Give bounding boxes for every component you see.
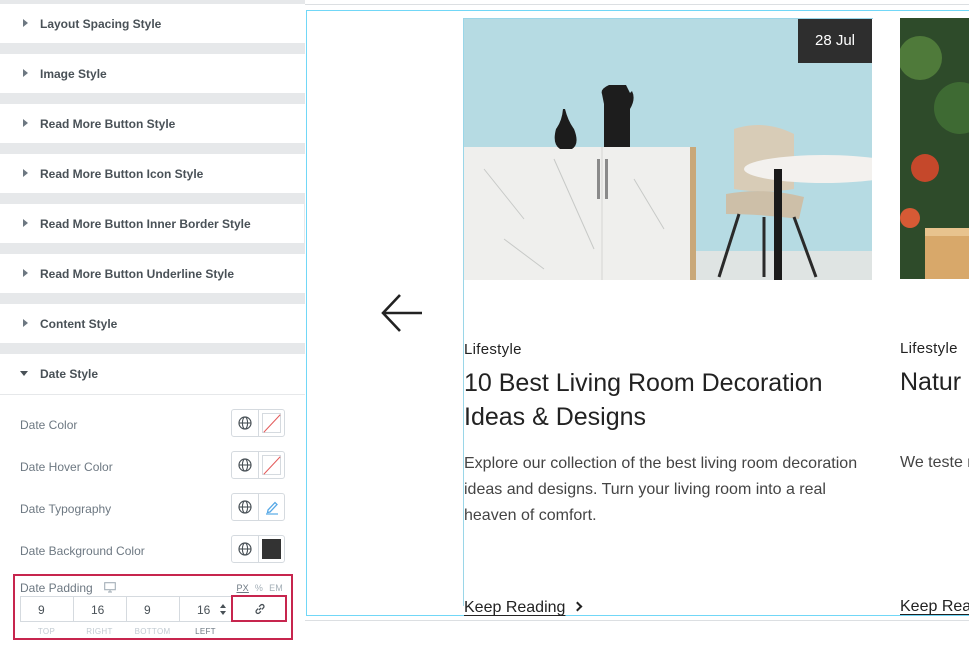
number-spinner-icon[interactable] xyxy=(220,604,227,616)
post-title[interactable]: 10 Best Living Room Decoration Ideas & D… xyxy=(464,366,872,434)
style-panel: Layout Spacing Style Image Style Read Mo… xyxy=(0,0,305,650)
padding-top-input[interactable]: 9 xyxy=(20,596,74,622)
caret-right-icon xyxy=(23,169,28,177)
section-layout-spacing-style[interactable]: Layout Spacing Style xyxy=(0,4,305,44)
global-fonts-button[interactable] xyxy=(231,493,259,521)
canvas-preview: 28 Jul Lifestyle 10 Best Living Room Dec… xyxy=(305,0,969,650)
section-read-more-button-style[interactable]: Read More Button Style xyxy=(0,104,305,144)
caret-right-icon xyxy=(23,219,28,227)
section-label: Content Style xyxy=(40,317,118,331)
date-color-control: Date Color xyxy=(0,409,305,441)
globe-icon xyxy=(238,416,252,430)
globe-icon xyxy=(238,500,252,514)
section-read-more-button-inner-border-style[interactable]: Read More Button Inner Border Style xyxy=(0,204,305,244)
editor-root: Layout Spacing Style Image Style Read Mo… xyxy=(0,0,969,650)
padding-right-input[interactable]: 16 xyxy=(73,596,127,622)
color-picker-swatch[interactable] xyxy=(258,451,285,479)
section-date-style[interactable]: Date Style xyxy=(0,354,305,394)
padding-left-value: 16 xyxy=(197,603,211,617)
section-label: Read More Button Inner Border Style xyxy=(40,217,251,231)
control-label: Date Typography xyxy=(20,502,112,516)
post-excerpt: Explore our collection of the best livin… xyxy=(464,455,858,524)
post-category[interactable]: Lifestyle xyxy=(900,340,958,357)
color-picker-swatch[interactable] xyxy=(258,409,285,437)
section-content-style[interactable]: Content Style xyxy=(0,304,305,344)
section-label: Image Style xyxy=(40,67,107,81)
caret-right-icon xyxy=(23,319,28,327)
arrow-left-icon[interactable] xyxy=(380,293,424,333)
caret-right-icon xyxy=(23,69,28,77)
padding-left-input[interactable]: 16 xyxy=(179,596,232,622)
section-label: Date Style xyxy=(40,367,99,381)
padding-left-label: LEFT xyxy=(195,627,216,636)
global-colors-button[interactable] xyxy=(231,451,259,479)
padding-right-label: RIGHT xyxy=(86,627,113,636)
empty-color-icon xyxy=(262,413,281,433)
date-background-color-control: Date Background Color xyxy=(0,535,305,567)
caret-right-icon xyxy=(23,119,28,127)
read-more-link[interactable]: Keep Reading xyxy=(464,599,583,617)
date-style-controls: Date Color Date Hover Color Date Typogra… xyxy=(0,394,305,650)
padding-bottom-label: BOTTOM xyxy=(134,627,171,636)
pencil-icon xyxy=(266,501,278,515)
caret-down-icon xyxy=(20,371,28,376)
chevron-right-icon xyxy=(572,601,583,612)
section-read-more-button-underline-style[interactable]: Read More Button Underline Style xyxy=(0,254,305,294)
empty-color-icon xyxy=(262,455,281,475)
unit-switcher: PX% EM xyxy=(230,583,283,593)
unit-percent[interactable]: % xyxy=(255,583,263,593)
control-label: Date Background Color xyxy=(20,544,145,558)
globe-icon xyxy=(238,458,252,472)
control-label: Date Hover Color xyxy=(20,460,113,474)
section-label: Read More Button Style xyxy=(40,117,176,131)
plant-photo xyxy=(900,18,969,279)
link-icon xyxy=(255,603,265,615)
caret-right-icon xyxy=(23,19,28,27)
section-label: Layout Spacing Style xyxy=(40,17,162,31)
link-values-button[interactable] xyxy=(231,595,287,622)
section-image-style[interactable]: Image Style xyxy=(0,54,305,94)
unit-em[interactable]: EM xyxy=(269,583,283,593)
desktop-icon[interactable] xyxy=(104,582,116,593)
date-padding-control: Date Padding PX% EM 9 16 9 16 TOP RIGHT B… xyxy=(13,574,293,640)
control-label: Date Color xyxy=(20,418,78,432)
globe-icon xyxy=(238,542,252,556)
global-colors-button[interactable] xyxy=(231,535,259,563)
control-label: Date Padding xyxy=(20,581,93,595)
post-card[interactable]: 28 Jul Lifestyle 10 Best Living Room Dec… xyxy=(463,18,873,616)
section-read-more-button-icon-style[interactable]: Read More Button Icon Style xyxy=(0,154,305,194)
divider xyxy=(305,620,969,621)
global-colors-button[interactable] xyxy=(231,409,259,437)
read-more-link[interactable]: Keep Rea xyxy=(900,598,969,616)
color-picker-swatch[interactable] xyxy=(258,535,285,563)
padding-top-label: TOP xyxy=(37,627,56,636)
date-badge: 28 Jul xyxy=(798,19,872,63)
date-typography-control: Date Typography xyxy=(0,493,305,525)
divider xyxy=(305,4,969,5)
post-card[interactable]: Lifestyle Natur Skin T We teste natural,… xyxy=(900,18,969,615)
date-hover-color-control: Date Hover Color xyxy=(0,451,305,483)
caret-right-icon xyxy=(23,269,28,277)
post-excerpt: We teste natural, c Glow up xyxy=(900,454,969,471)
section-label: Read More Button Icon Style xyxy=(40,167,204,181)
edit-typography-button[interactable] xyxy=(258,493,285,521)
post-image[interactable]: 28 Jul xyxy=(464,19,872,280)
post-category[interactable]: Lifestyle xyxy=(464,341,522,358)
post-image[interactable] xyxy=(900,18,969,279)
padding-bottom-input[interactable]: 9 xyxy=(126,596,180,622)
read-more-label: Keep Reading xyxy=(464,599,566,616)
swatch-fill xyxy=(262,539,281,559)
post-title[interactable]: Natur Skin T xyxy=(900,365,969,399)
unit-px[interactable]: PX xyxy=(236,583,248,593)
section-label: Read More Button Underline Style xyxy=(40,267,235,281)
